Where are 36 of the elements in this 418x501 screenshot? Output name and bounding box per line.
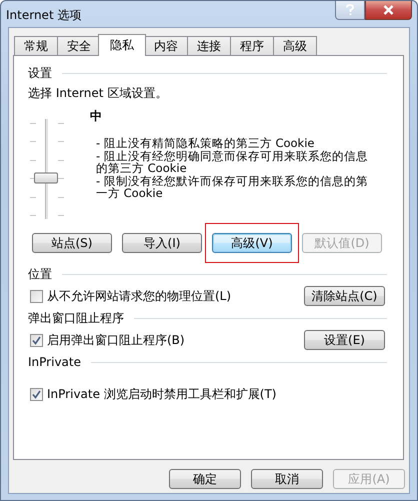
- tab[interactable]: 隐私: [98, 34, 146, 56]
- policy-description: - 阻止没有经您明确同意而保存可用来联系您的信息的第三方 Cookie: [96, 150, 368, 174]
- help-button[interactable]: [335, 1, 365, 20]
- group-heading: 位置: [28, 266, 52, 282]
- privacy-level: 中: [90, 108, 103, 125]
- button[interactable]: 站点(S): [32, 233, 112, 253]
- button[interactable]: 取消: [251, 469, 323, 489]
- button[interactable]: 高级(V): [212, 233, 292, 253]
- button[interactable]: 清除站点(C): [304, 286, 385, 306]
- group-heading: InPrivate: [28, 355, 81, 369]
- button[interactable]: 导入(I): [122, 233, 202, 253]
- checkbox[interactable]: [30, 290, 43, 302]
- checkbox-label[interactable]: 启用弹出窗口阻止程序(B): [47, 332, 185, 348]
- tab[interactable]: 常规: [14, 36, 58, 55]
- close-button[interactable]: [365, 1, 412, 20]
- button[interactable]: 设置(E): [304, 330, 385, 350]
- slider-thumb[interactable]: [34, 172, 58, 184]
- policy-description: - 阻止没有精简隐私策略的第三方 Cookie: [96, 137, 316, 150]
- group-heading: 设置: [28, 64, 52, 82]
- tab[interactable]: 内容: [144, 36, 188, 55]
- checkbox[interactable]: [30, 334, 43, 346]
- checkbox[interactable]: [30, 388, 43, 400]
- policy-description: - 限制没有经您默许而保存可用来联系您的信息的第一方 Cookie: [96, 174, 368, 200]
- tab[interactable]: 程序: [230, 36, 274, 55]
- tab[interactable]: 安全: [57, 36, 101, 55]
- window-title: Internet 选项: [6, 7, 82, 24]
- close-icon: [383, 5, 394, 15]
- privacy-slider[interactable]: [34, 119, 58, 219]
- button[interactable]: 确定: [169, 469, 241, 489]
- checkbox-label[interactable]: 从不允许网站请求您的物理位置(L): [47, 288, 232, 304]
- help-icon: [346, 4, 354, 16]
- checkbox-label[interactable]: InPrivate 浏览启动时禁用工具栏和扩展(T): [47, 386, 276, 402]
- instruction-text: 选择 Internet 区域设置。: [28, 85, 168, 102]
- group-heading: 弹出窗口阻止程序: [28, 310, 124, 326]
- tab[interactable]: 高级: [273, 36, 317, 55]
- tab[interactable]: 连接: [187, 36, 231, 55]
